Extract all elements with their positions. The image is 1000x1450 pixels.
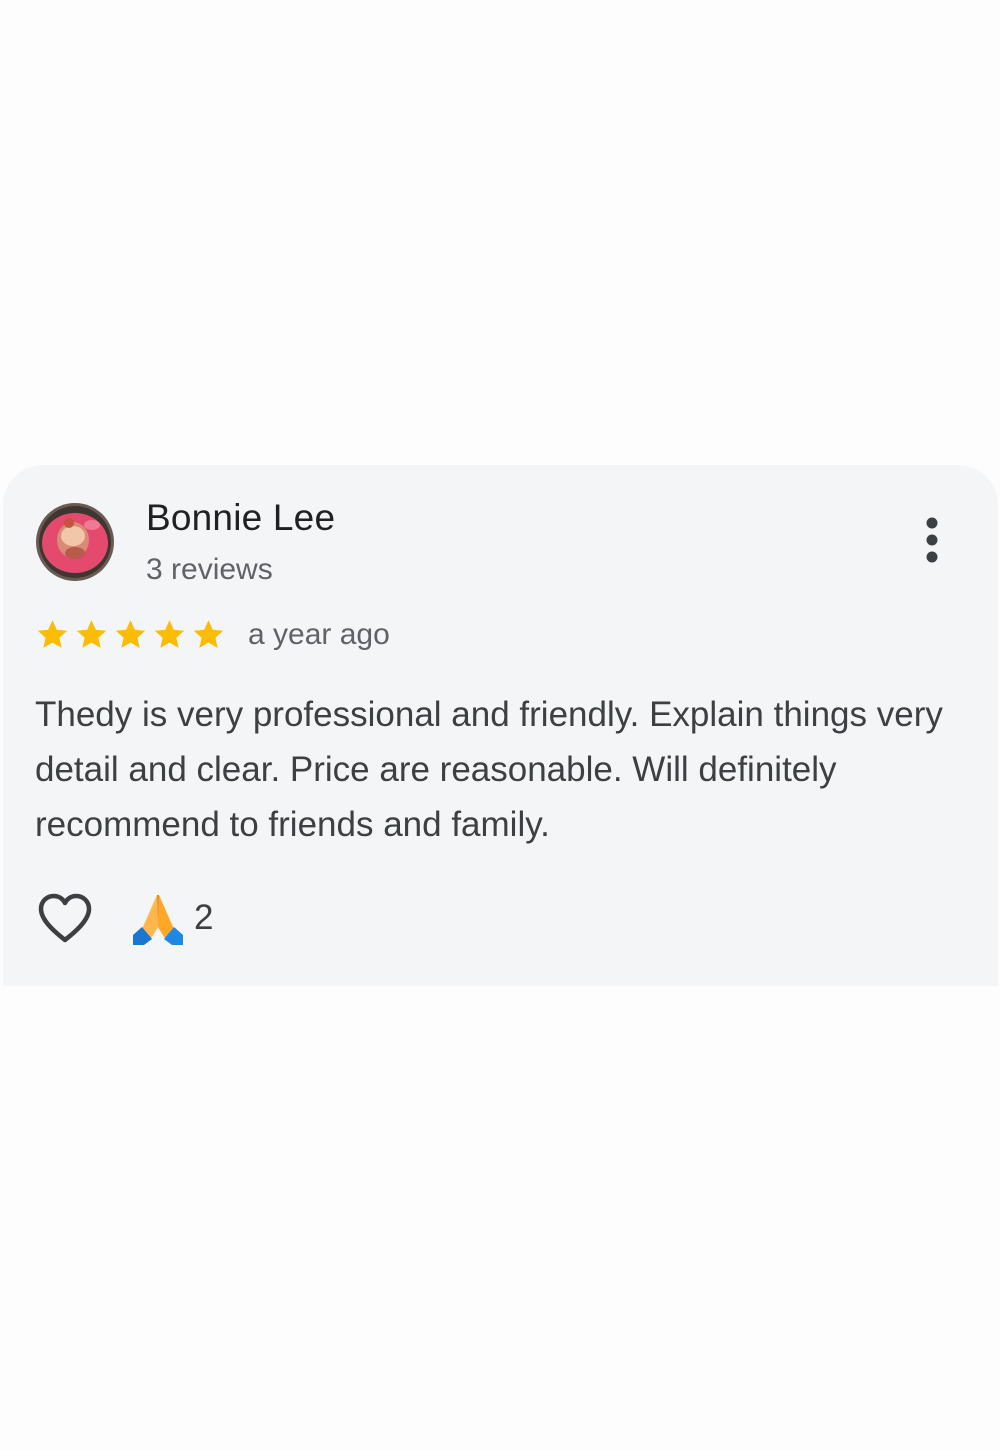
folded-hands-icon bbox=[133, 895, 183, 945]
review-actions: 2 bbox=[36, 890, 213, 946]
star-icon bbox=[37, 620, 68, 648]
avatar[interactable] bbox=[36, 503, 114, 581]
star-icon bbox=[193, 620, 224, 648]
review-text: Thedy is very professional and friendly.… bbox=[35, 695, 943, 844]
heart-icon[interactable] bbox=[36, 891, 94, 945]
author-review-count[interactable]: 3 reviews bbox=[146, 553, 273, 587]
reaction-count: 2 bbox=[194, 898, 214, 937]
star-icon bbox=[115, 620, 146, 648]
avatar-image bbox=[36, 503, 114, 581]
review-card: Bonnie Lee 3 reviews a year ago Thedy is… bbox=[3, 465, 998, 986]
reaction-button[interactable]: 2 bbox=[130, 891, 213, 945]
review-time: a year ago bbox=[248, 618, 390, 651]
more-options-icon[interactable] bbox=[915, 515, 949, 565]
rating-row: a year ago bbox=[33, 615, 390, 655]
star-icon bbox=[154, 620, 185, 648]
star-rating bbox=[33, 617, 228, 653]
star-icon bbox=[76, 620, 107, 648]
author-name[interactable]: Bonnie Lee bbox=[146, 497, 335, 539]
